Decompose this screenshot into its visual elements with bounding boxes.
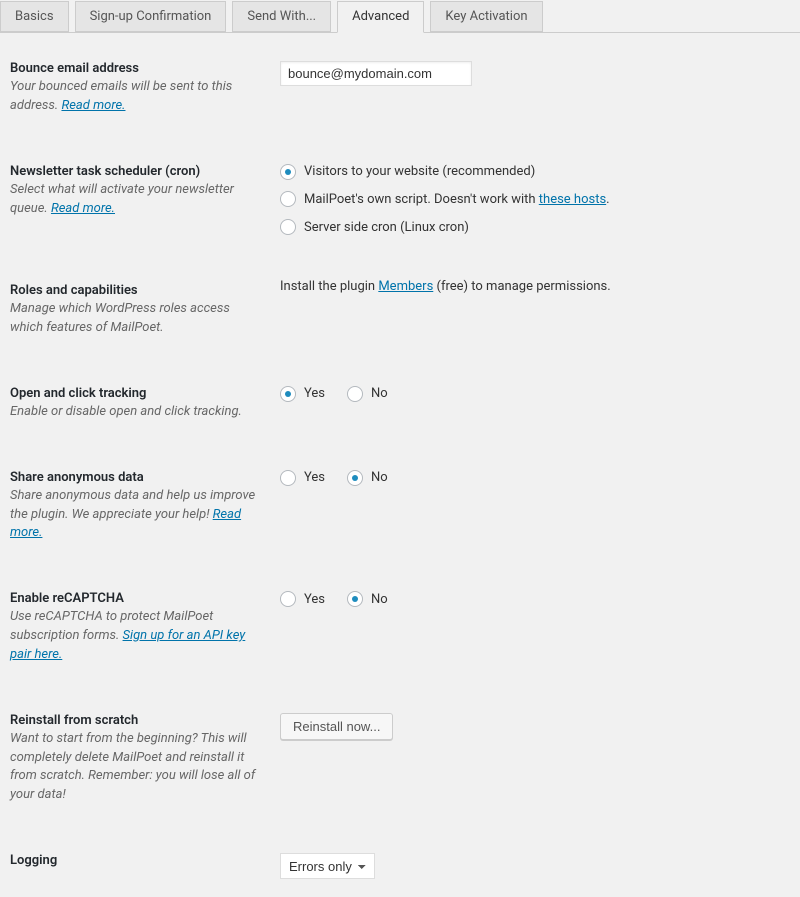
- cron-option-visitors[interactable]: Visitors to your website (recommended): [280, 164, 790, 180]
- members-plugin-link[interactable]: Members: [378, 279, 433, 294]
- cron-title: Newsletter task scheduler (cron): [10, 164, 262, 179]
- field-recaptcha: Enable reCAPTCHA Use reCAPTCHA to protec…: [10, 591, 790, 665]
- field-cron: Newsletter task scheduler (cron) Select …: [10, 164, 790, 236]
- recaptcha-no-label: No: [371, 592, 388, 607]
- field-tracking: Open and click tracking Enable or disabl…: [10, 386, 790, 422]
- tab-key-activation[interactable]: Key Activation: [430, 1, 542, 32]
- advanced-content: Bounce email address Your bounced emails…: [0, 33, 800, 897]
- cron-desc: Select what will activate your newslette…: [10, 181, 262, 219]
- anon-yes-label: Yes: [304, 470, 325, 485]
- anon-desc: Share anonymous data and help us improve…: [10, 487, 262, 544]
- field-reinstall: Reinstall from scratch Want to start fro…: [10, 713, 790, 805]
- bounce-email-input[interactable]: [280, 61, 472, 86]
- reinstall-button[interactable]: Reinstall now...: [280, 713, 393, 740]
- cron-option-server-side[interactable]: Server side cron (Linux cron): [280, 219, 790, 235]
- tracking-title: Open and click tracking: [10, 386, 262, 401]
- logging-select[interactable]: Errors only: [280, 853, 375, 879]
- tabs-nav: Basics Sign-up Confirmation Send With...…: [0, 0, 800, 33]
- bounce-readmore-link[interactable]: Read more.: [61, 98, 125, 113]
- recaptcha-no[interactable]: No: [347, 591, 388, 607]
- recaptcha-desc: Use reCAPTCHA to protect MailPoet subscr…: [10, 608, 262, 665]
- field-anonymous-data: Share anonymous data Share anonymous dat…: [10, 470, 790, 544]
- radio-icon: [347, 591, 363, 607]
- tab-advanced[interactable]: Advanced: [337, 1, 424, 33]
- cron-option-mailpoet-label: MailPoet's own script. Doesn't work with…: [304, 190, 610, 210]
- tab-basics[interactable]: Basics: [0, 1, 69, 32]
- anon-title: Share anonymous data: [10, 470, 262, 485]
- radio-icon: [347, 470, 363, 486]
- recaptcha-title: Enable reCAPTCHA: [10, 591, 262, 606]
- logging-title: Logging: [10, 853, 262, 868]
- radio-icon: [347, 386, 363, 402]
- bounce-desc: Your bounced emails will be sent to this…: [10, 78, 262, 116]
- radio-icon: [280, 164, 296, 180]
- radio-icon: [280, 591, 296, 607]
- cron-option-visitors-label: Visitors to your website (recommended): [304, 164, 535, 179]
- recaptcha-yes[interactable]: Yes: [280, 591, 325, 607]
- field-bounce-email: Bounce email address Your bounced emails…: [10, 61, 790, 116]
- field-roles: Roles and capabilities Manage which Word…: [10, 283, 790, 338]
- anon-no[interactable]: No: [347, 470, 388, 486]
- tracking-yes[interactable]: Yes: [280, 386, 325, 402]
- cron-option-server-label: Server side cron (Linux cron): [304, 220, 469, 235]
- tab-send-with[interactable]: Send With...: [232, 1, 331, 32]
- tracking-desc: Enable or disable open and click trackin…: [10, 403, 262, 422]
- radio-icon: [280, 470, 296, 486]
- bounce-title: Bounce email address: [10, 61, 262, 76]
- radio-icon: [280, 386, 296, 402]
- anon-yes[interactable]: Yes: [280, 470, 325, 486]
- tracking-no[interactable]: No: [347, 386, 388, 402]
- field-logging: Logging Errors only: [10, 853, 790, 879]
- cron-desc-text: Select what will activate your newslette…: [10, 182, 234, 216]
- roles-title: Roles and capabilities: [10, 283, 262, 298]
- radio-icon: [280, 219, 296, 235]
- tab-signup-confirmation[interactable]: Sign-up Confirmation: [75, 1, 227, 32]
- recaptcha-yes-label: Yes: [304, 592, 325, 607]
- roles-help-text: Install the plugin Members (free) to man…: [280, 279, 611, 294]
- reinstall-desc: Want to start from the beginning? This w…: [10, 730, 262, 805]
- cron-option-mailpoet-script[interactable]: MailPoet's own script. Doesn't work with…: [280, 190, 790, 210]
- anon-no-label: No: [371, 470, 388, 485]
- cron-readmore-link[interactable]: Read more.: [51, 201, 115, 216]
- reinstall-title: Reinstall from scratch: [10, 713, 262, 728]
- radio-icon: [280, 191, 296, 207]
- roles-desc: Manage which WordPress roles access whic…: [10, 300, 262, 338]
- tracking-no-label: No: [371, 386, 388, 401]
- tracking-yes-label: Yes: [304, 386, 325, 401]
- cron-hosts-link[interactable]: these hosts: [539, 192, 606, 207]
